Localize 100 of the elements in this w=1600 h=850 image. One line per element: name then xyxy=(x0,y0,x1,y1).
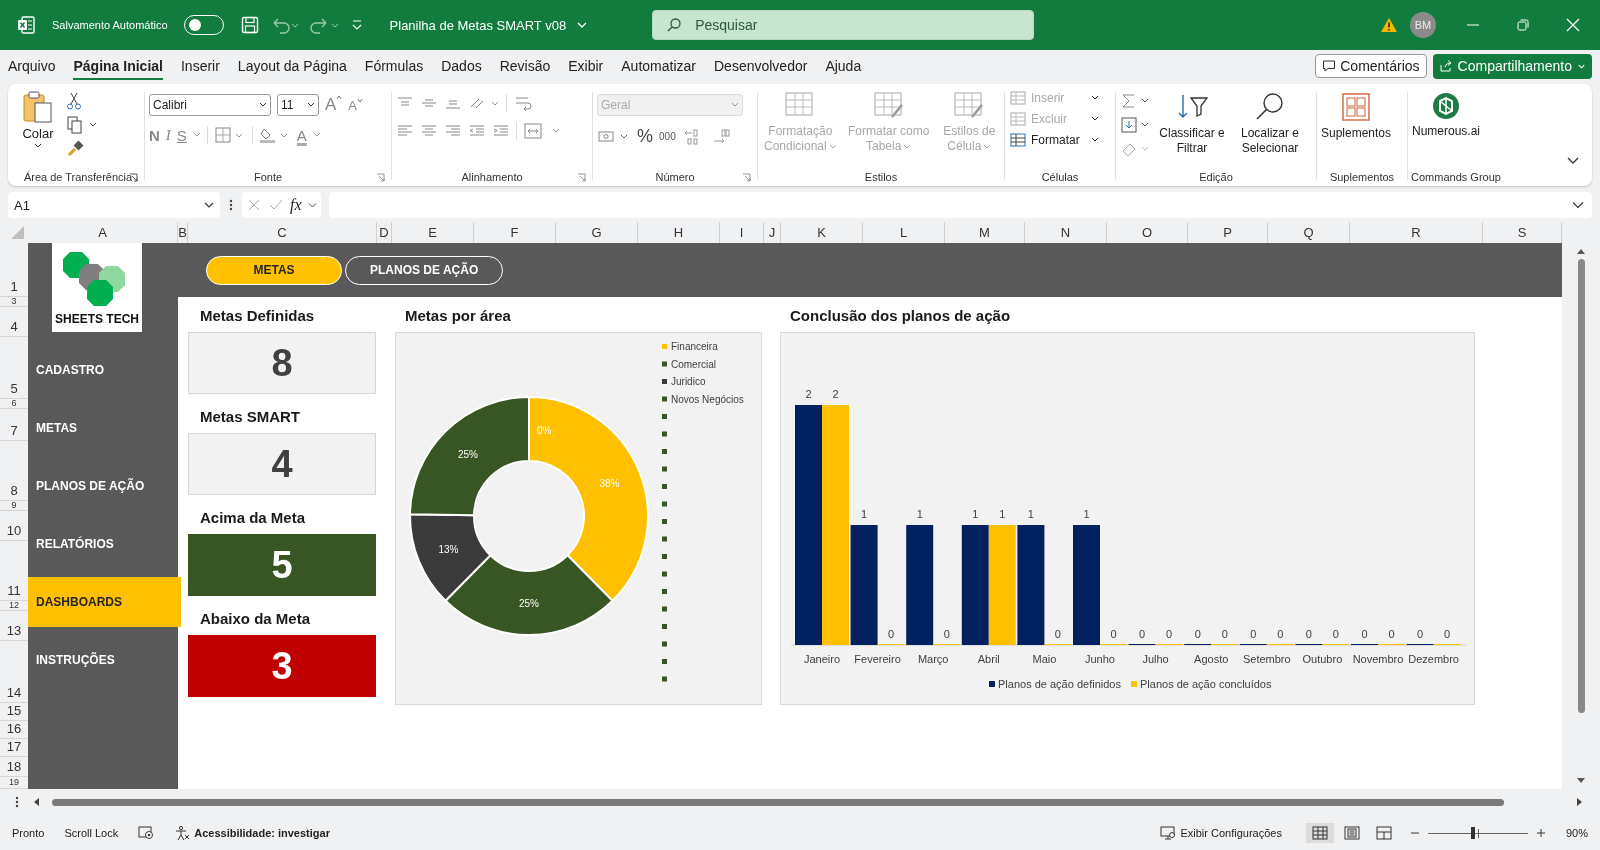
name-box[interactable]: A1 xyxy=(8,192,220,218)
menu-tab[interactable]: Fórmulas xyxy=(364,52,424,80)
expand-icon[interactable] xyxy=(1572,201,1584,209)
collapse-ribbon-icon[interactable] xyxy=(1566,156,1580,166)
menu-tab[interactable]: Dados xyxy=(441,52,482,80)
grow-font-button[interactable]: A xyxy=(325,95,343,115)
decrease-indent-icon[interactable] xyxy=(468,123,486,139)
caret-up-icon xyxy=(336,95,343,100)
excel-icon[interactable] xyxy=(16,15,36,35)
scrollbar-thumb[interactable] xyxy=(52,798,1504,806)
menu-tab[interactable]: Página Inicial xyxy=(73,52,163,80)
menu-tab[interactable]: Revisão xyxy=(499,52,551,80)
row-header[interactable]: 16 xyxy=(6,721,22,736)
row-header[interactable]: 19 xyxy=(9,778,19,787)
menu-tab[interactable]: Exibir xyxy=(568,52,604,80)
menu-tab[interactable]: Automatizar xyxy=(621,52,696,80)
scroll-up-icon[interactable] xyxy=(1576,247,1586,255)
row-header[interactable]: 5 xyxy=(10,381,18,396)
search-field[interactable]: Pesquisar xyxy=(652,10,1035,40)
percent-button[interactable]: % xyxy=(637,126,653,147)
zoom-slider[interactable] xyxy=(1427,825,1528,840)
scroll-down-icon[interactable] xyxy=(1576,777,1586,785)
sort-filter-button[interactable]: Classificar e Filtrar xyxy=(1154,90,1230,156)
display-settings-button[interactable]: Exibir Configurações xyxy=(1160,825,1282,840)
font-style-button[interactable]: N xyxy=(149,126,160,144)
accessibility-button[interactable]: Acessibilidade: investigar xyxy=(174,824,330,841)
sidebar-item[interactable]: PLANOS DE AÇÃO xyxy=(28,461,178,511)
brush-icon[interactable] xyxy=(66,140,84,158)
status-text: Scroll Lock xyxy=(64,826,119,839)
legend-label: Comercial xyxy=(671,358,716,370)
menu-tab[interactable]: Inserir xyxy=(180,52,220,80)
copy-icon[interactable] xyxy=(66,116,96,134)
increase-indent-icon[interactable] xyxy=(492,123,510,139)
row-header[interactable]: 10 xyxy=(6,523,22,538)
row-header[interactable]: 3 xyxy=(11,297,17,306)
row-header[interactable]: 11 xyxy=(7,583,21,598)
add-ins-button[interactable]: Suplementos xyxy=(1321,90,1392,140)
sidebar-item[interactable]: METAS xyxy=(28,403,178,453)
row-header[interactable]: 13 xyxy=(6,623,22,638)
row-header[interactable]: 8 xyxy=(10,483,18,498)
scroll-left-icon[interactable] xyxy=(32,797,40,807)
row-header[interactable]: 15 xyxy=(6,703,22,718)
row-header[interactable]: 17 xyxy=(6,739,22,754)
font-style-button[interactable]: I xyxy=(165,126,171,144)
row-header[interactable]: 12 xyxy=(9,601,19,610)
comments-button[interactable]: Comentários xyxy=(1315,54,1427,78)
font-name-select[interactable]: Calibri xyxy=(149,94,271,116)
sidebar-item[interactable]: DASHBOARDS xyxy=(28,577,181,627)
align-center-icon[interactable] xyxy=(420,123,438,139)
nav-pill-button[interactable]: PLANOS DE AÇÃO xyxy=(345,255,504,285)
more-options-icon[interactable] xyxy=(14,795,20,809)
menu-tab[interactable]: Layout da Página xyxy=(237,52,347,80)
macro-record-icon[interactable] xyxy=(138,825,155,840)
caret-icon[interactable] xyxy=(312,132,321,138)
wrap-text-icon[interactable] xyxy=(513,94,533,112)
sidebar-item[interactable]: RELATÓRIOS xyxy=(28,519,178,569)
align-right-icon[interactable] xyxy=(444,123,462,139)
cells-button[interactable]: Formatar xyxy=(1009,132,1111,148)
align-left-icon[interactable] xyxy=(396,123,414,139)
more-options-icon[interactable] xyxy=(228,198,234,212)
restore-icon[interactable] xyxy=(1516,18,1530,32)
zoom-level[interactable]: 90% xyxy=(1565,826,1588,839)
scrollbar-thumb[interactable] xyxy=(1577,259,1585,713)
row-header[interactable]: 4 xyxy=(10,319,18,334)
kpi-title: Abaixo da Meta xyxy=(199,609,312,629)
document-title[interactable]: Planilha de Metas SMART v08 xyxy=(389,17,567,33)
row-header[interactable]: 9 xyxy=(11,501,17,510)
menu-tab[interactable]: Desenvolvedor xyxy=(714,52,808,80)
insert-function-button[interactable]: fx xyxy=(290,196,302,214)
row-header[interactable]: 6 xyxy=(11,399,17,408)
find-select-button[interactable]: Localizar e Selecionar xyxy=(1232,90,1308,156)
warning-icon[interactable] xyxy=(1380,17,1398,33)
scissors-icon[interactable] xyxy=(66,92,82,110)
share-button[interactable]: Compartilhamento xyxy=(1432,53,1592,79)
numerous-button[interactable]: Numerous.ai xyxy=(1412,90,1481,138)
cancel-icon[interactable] xyxy=(246,197,262,213)
row-header[interactable]: 7 xyxy=(10,423,18,438)
font-style-button[interactable]: S xyxy=(176,126,187,144)
sidebar-item[interactable]: INSTRUÇÕES xyxy=(28,635,178,685)
zoom-in-icon[interactable] xyxy=(1535,827,1546,838)
scroll-right-icon[interactable] xyxy=(1576,797,1584,807)
caret-icon[interactable] xyxy=(192,132,201,138)
thousands-button[interactable]: 000 xyxy=(659,131,676,142)
caret-icon[interactable] xyxy=(307,201,317,209)
row-header[interactable]: 14 xyxy=(6,685,22,700)
save-icon[interactable] xyxy=(239,15,260,35)
paste-button[interactable]: Colar xyxy=(16,90,60,149)
sidebar-item[interactable]: CADASTRO xyxy=(28,345,178,395)
shrink-font-button[interactable]: A xyxy=(348,97,363,113)
nav-pill-button[interactable]: METAS xyxy=(206,255,342,285)
menu-tab[interactable]: Ajuda xyxy=(825,52,862,80)
legend-marker xyxy=(662,466,667,472)
view-button[interactable] xyxy=(1305,822,1334,843)
font-color-button[interactable]: A xyxy=(296,126,307,144)
row-header[interactable]: 18 xyxy=(6,759,22,774)
close-icon[interactable] xyxy=(1566,18,1580,32)
row-header[interactable]: 1 xyxy=(10,279,18,294)
formula-input[interactable] xyxy=(328,192,1592,218)
menu-tab[interactable]: Arquivo xyxy=(8,52,56,80)
font-size-select[interactable]: 11 xyxy=(277,94,319,116)
